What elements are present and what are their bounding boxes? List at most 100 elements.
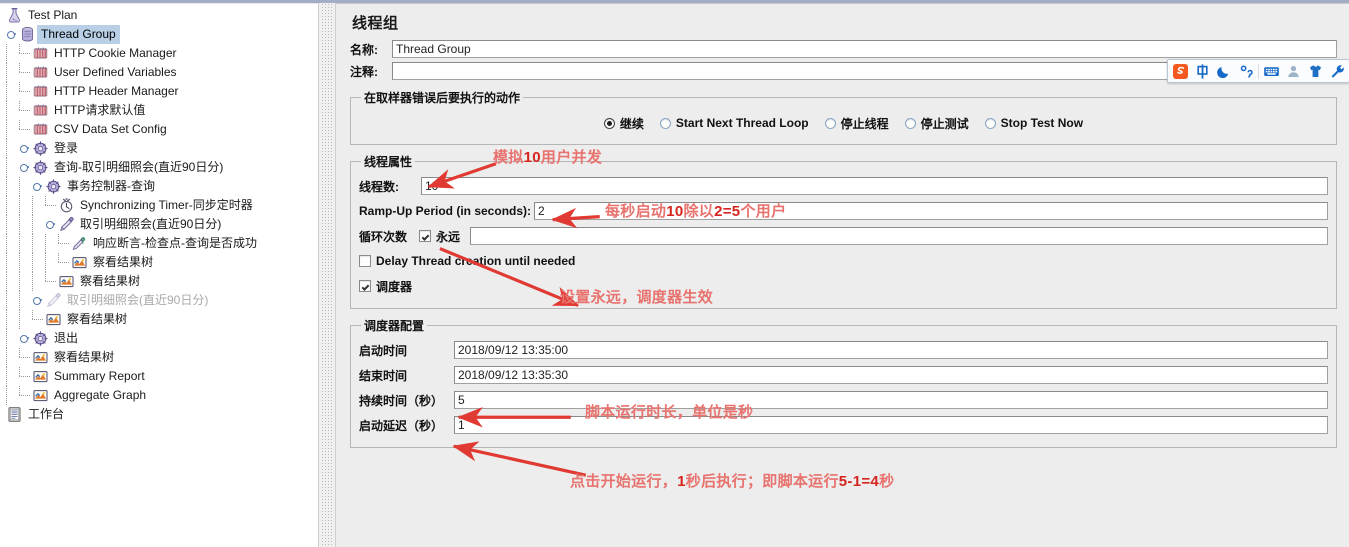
tree-node[interactable]: 察看结果树 bbox=[0, 272, 318, 291]
on-sampler-error-radio[interactable]: Stop Test Now bbox=[984, 116, 1084, 130]
radio-dot[interactable] bbox=[904, 117, 916, 129]
skin-icon[interactable] bbox=[1305, 61, 1325, 81]
on-sampler-error-radio[interactable]: 继续 bbox=[603, 115, 644, 132]
tree-node[interactable]: HTTP Header Manager bbox=[0, 82, 318, 101]
radio-dot[interactable] bbox=[824, 117, 836, 129]
scheduler-checkbox[interactable]: 调度器 bbox=[359, 278, 412, 295]
tree-guide-line bbox=[19, 253, 32, 272]
scheduler-field-input[interactable]: 5 bbox=[454, 391, 1328, 409]
tree-node[interactable]: Summary Report bbox=[0, 367, 318, 386]
tree-guide-line bbox=[6, 63, 19, 82]
scheduler-field-label: 启动时间 bbox=[359, 343, 408, 358]
tree-node[interactable]: 取引明细照会(直近90日分) bbox=[0, 215, 318, 234]
tree-node-label: CSV Data Set Config bbox=[54, 122, 167, 136]
scheduler-field-input[interactable]: 1 bbox=[454, 416, 1328, 434]
on-sampler-error-radio-group[interactable]: 继续 Start Next Thread Loop 停止线程 停止测试 Stop Tes… bbox=[359, 110, 1328, 136]
tree-branch-line bbox=[32, 310, 45, 329]
tree-node[interactable]: 工作台 bbox=[0, 405, 318, 424]
test-plan-tree[interactable]: Test Plan Thread Group HTTP Cookie Manager… bbox=[0, 4, 318, 424]
controller-icon bbox=[45, 178, 62, 195]
delay-thread-creation-label: Delay Thread creation until needed bbox=[376, 254, 576, 268]
on-sampler-error-radio[interactable]: Start Next Thread Loop bbox=[659, 116, 809, 130]
tree-node[interactable]: Aggregate Graph bbox=[0, 386, 318, 405]
chinese-mode-icon[interactable] bbox=[1192, 61, 1212, 81]
scheduler-toggle-row: 调度器 bbox=[359, 275, 1328, 297]
delay-thread-creation-checkbox[interactable]: Delay Thread creation until needed bbox=[359, 254, 575, 268]
tree-node[interactable]: Synchronizing Timer-同步定时器 bbox=[0, 196, 318, 215]
tree-branch-line bbox=[19, 367, 32, 386]
tree-guide-line bbox=[32, 253, 45, 272]
tree-node-label: 退出 bbox=[54, 331, 79, 345]
tree-node[interactable]: Test Plan bbox=[0, 6, 318, 25]
controller-icon bbox=[32, 140, 49, 157]
user-icon[interactable] bbox=[1283, 61, 1303, 81]
tree-branch-line bbox=[19, 386, 32, 405]
tree-node[interactable]: HTTP请求默认值 bbox=[0, 101, 318, 120]
soft-keyboard-icon[interactable] bbox=[1261, 61, 1281, 81]
tree-guide-line bbox=[6, 367, 19, 386]
tree-node[interactable]: 登录 bbox=[0, 139, 318, 158]
listener-icon bbox=[32, 387, 49, 404]
scheduler-field-row: 结束时间 2018/09/12 13:35:30 bbox=[359, 364, 1328, 386]
tree-expander[interactable] bbox=[45, 215, 58, 234]
tree-guide-line bbox=[6, 120, 19, 139]
tree-expander[interactable] bbox=[6, 25, 19, 44]
scheduler-field-input[interactable]: 2018/09/12 13:35:00 bbox=[454, 341, 1328, 359]
tree-node-label: 响应断言-检查点-查询是否成功 bbox=[93, 236, 257, 250]
radio-label: Stop Test Now bbox=[1000, 116, 1084, 130]
tree-expander[interactable] bbox=[19, 139, 32, 158]
tree-guide-line bbox=[19, 215, 32, 234]
radio-dot[interactable] bbox=[603, 117, 615, 129]
on-sampler-error-radio[interactable]: 停止测试 bbox=[904, 115, 969, 132]
forever-checkbox-box[interactable] bbox=[419, 230, 431, 242]
config-element-icon bbox=[32, 121, 49, 138]
tree-expander[interactable] bbox=[19, 158, 32, 177]
sogou-ime-toolbar[interactable] bbox=[1167, 59, 1349, 83]
tree-node[interactable]: 察看结果树 bbox=[0, 253, 318, 272]
tree-node[interactable]: Thread Group bbox=[0, 25, 318, 44]
radio-dot[interactable] bbox=[984, 117, 996, 129]
tree-node[interactable]: User Defined Variables bbox=[0, 63, 318, 82]
tree-node-label: Aggregate Graph bbox=[54, 388, 147, 402]
moon-icon[interactable] bbox=[1214, 61, 1234, 81]
tree-node[interactable]: 退出 bbox=[0, 329, 318, 348]
tree-guide-line bbox=[19, 291, 32, 310]
tree-guide-line bbox=[6, 158, 19, 177]
tree-node[interactable]: 取引明细照会(直近90日分) bbox=[0, 291, 318, 310]
workbench-icon bbox=[6, 406, 23, 423]
scheduler-checkbox-box[interactable] bbox=[359, 280, 371, 292]
forever-checkbox[interactable]: 永远 bbox=[419, 228, 460, 245]
tree-expander[interactable] bbox=[32, 177, 45, 196]
punctuation-icon[interactable] bbox=[1236, 61, 1256, 81]
tree-node[interactable]: ? 响应断言-检查点-查询是否成功 bbox=[0, 234, 318, 253]
timer-icon bbox=[58, 197, 75, 214]
scheduler-field-row: 持续时间（秒） 5 bbox=[359, 389, 1328, 411]
threads-input[interactable]: 10 bbox=[421, 177, 1328, 195]
radio-label: 停止测试 bbox=[920, 116, 969, 131]
tree-node[interactable]: 察看结果树 bbox=[0, 348, 318, 367]
test-plan-tree-panel[interactable]: Test Plan Thread Group HTTP Cookie Manager… bbox=[0, 3, 318, 547]
tree-expander[interactable] bbox=[19, 329, 32, 348]
tree-guide-line bbox=[6, 234, 19, 253]
tree-node[interactable]: 察看结果树 bbox=[0, 310, 318, 329]
sogou-logo-icon[interactable] bbox=[1170, 61, 1190, 81]
on-sampler-error-radio[interactable]: 停止线程 bbox=[824, 115, 889, 132]
tree-guide-line bbox=[45, 253, 58, 272]
loop-count-input[interactable] bbox=[470, 227, 1328, 245]
rampup-input[interactable]: 2 bbox=[534, 202, 1328, 220]
toolbox-icon[interactable] bbox=[1327, 61, 1347, 81]
tree-node[interactable]: 查询-取引明细照会(直近90日分) bbox=[0, 158, 318, 177]
tree-node[interactable]: HTTP Cookie Manager bbox=[0, 44, 318, 63]
tree-guide-line bbox=[6, 272, 19, 291]
name-input[interactable]: Thread Group bbox=[392, 40, 1337, 58]
tree-guide-line bbox=[19, 272, 32, 291]
tree-guide-line bbox=[6, 291, 19, 310]
split-pane-grip[interactable] bbox=[321, 3, 333, 547]
radio-dot[interactable] bbox=[659, 117, 671, 129]
tree-expander[interactable] bbox=[32, 291, 45, 310]
delay-thread-creation-box[interactable] bbox=[359, 255, 371, 267]
tree-node[interactable]: CSV Data Set Config bbox=[0, 120, 318, 139]
split-pane-divider[interactable] bbox=[318, 3, 336, 547]
tree-node[interactable]: 事务控制器-查询 bbox=[0, 177, 318, 196]
scheduler-field-input[interactable]: 2018/09/12 13:35:30 bbox=[454, 366, 1328, 384]
